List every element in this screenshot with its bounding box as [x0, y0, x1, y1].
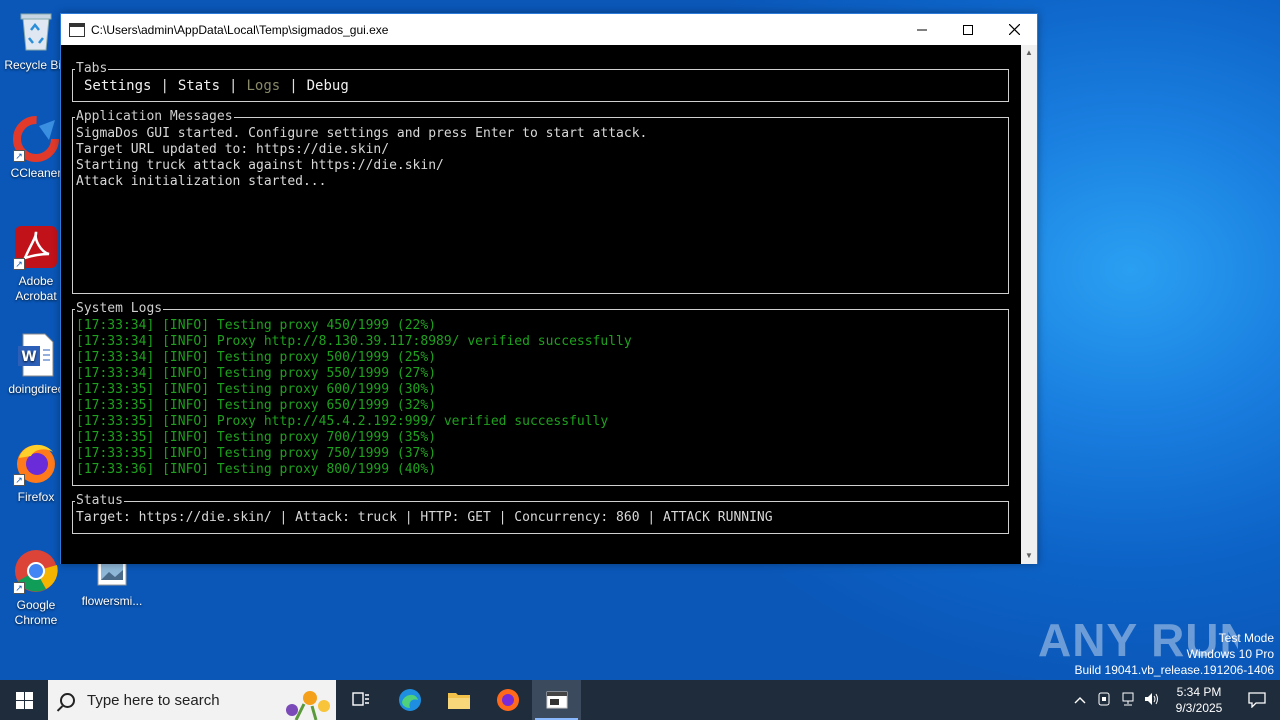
tabs-panel: Tabs Settings | Stats | Logs | Debug: [72, 61, 1009, 102]
close-icon: [1008, 24, 1020, 35]
system-tray: 5:34 PM 9/3/2025: [1068, 680, 1280, 720]
log-line: [17:33:34] [INFO] Proxy http://8.130.39.…: [76, 334, 632, 349]
recycle-bin-icon: [13, 8, 59, 54]
system-logs-legend: System Logs: [75, 301, 164, 317]
taskbar-search-box[interactable]: Type here to search: [48, 680, 336, 720]
console-window-icon: [546, 691, 567, 709]
folder-icon: [447, 693, 470, 709]
volume-icon[interactable]: [1140, 692, 1164, 709]
word-document-icon: W: [13, 332, 59, 378]
tab-debug[interactable]: Debug: [307, 78, 349, 101]
scroll-up-icon[interactable]: ▲: [1021, 45, 1037, 61]
shortcut-arrow-icon: ↗: [13, 150, 25, 162]
log-line: [17:33:34] [INFO] Testing proxy 500/1999…: [76, 350, 437, 365]
tab-separator: |: [289, 78, 298, 94]
log-line: [17:33:35] [INFO] Testing proxy 650/1999…: [76, 398, 437, 413]
shortcut-arrow-icon: ↗: [13, 474, 25, 486]
chrome-icon: ↗: [13, 548, 59, 594]
acrobat-icon: ↗: [13, 224, 59, 270]
console-app-icon: [69, 22, 85, 37]
scroll-down-icon[interactable]: ▼: [1021, 548, 1037, 564]
notification-icon: [1248, 692, 1266, 708]
taskbar-firefox-button[interactable]: [483, 680, 532, 720]
tab-logs[interactable]: Logs: [246, 78, 280, 101]
network-icon[interactable]: [1116, 692, 1140, 709]
log-line: [17:33:34] [INFO] Testing proxy 450/1999…: [76, 318, 437, 333]
task-view-icon: [351, 692, 369, 706]
message-line: Starting truck attack against https://di…: [76, 158, 444, 173]
clock-date: 9/3/2025: [1175, 701, 1223, 715]
firefox-icon: ↗: [13, 440, 59, 486]
search-icon: [60, 692, 75, 708]
taskbar: Type here to search 5:34 PM 9/3/2025: [0, 680, 1280, 720]
task-view-button[interactable]: [336, 680, 385, 720]
console-area[interactable]: Tabs Settings | Stats | Logs | Debug App…: [61, 45, 1022, 564]
log-line: [17:33:36] [INFO] Testing proxy 800/1999…: [76, 462, 437, 477]
search-placeholder: Type here to search: [87, 691, 220, 709]
log-line: [17:33:35] [INFO] Testing proxy 600/1999…: [76, 382, 437, 397]
taskbar-edge-button[interactable]: [385, 680, 434, 720]
application-messages-legend: Application Messages: [75, 109, 234, 125]
taskbar-console-app-button[interactable]: [532, 680, 581, 720]
watermark-edition: Windows 10 Pro: [1186, 647, 1274, 661]
message-line: SigmaDos GUI started. Configure settings…: [76, 126, 648, 141]
message-line: Attack initialization started...: [76, 174, 327, 189]
tab-settings[interactable]: Settings: [84, 78, 151, 101]
minimize-icon: [917, 29, 927, 30]
tab-separator: |: [229, 78, 238, 94]
status-panel: Status Target: https://die.skin/ | Attac…: [72, 493, 1009, 534]
log-line: [17:33:34] [INFO] Testing proxy 550/1999…: [76, 366, 437, 381]
console-window: C:\Users\admin\AppData\Local\Temp\sigmad…: [60, 13, 1038, 564]
shortcut-arrow-icon: ↗: [13, 258, 25, 270]
window-titlebar[interactable]: C:\Users\admin\AppData\Local\Temp\sigmad…: [61, 14, 1037, 45]
log-line: [17:33:35] [INFO] Testing proxy 750/1999…: [76, 446, 437, 461]
desktop-icon-label: Google Chrome: [14, 598, 58, 627]
status-legend: Status: [75, 493, 124, 509]
windows-watermark: Test Mode Windows 10 Pro Build 19041.vb_…: [1075, 630, 1275, 678]
window-title: C:\Users\admin\AppData\Local\Temp\sigmad…: [91, 22, 389, 37]
notifications-button[interactable]: [1234, 692, 1280, 708]
status-line: Target: https://die.skin/ | Attack: truc…: [76, 510, 773, 525]
message-line: Target URL updated to: https://die.skin/: [76, 142, 390, 157]
ccleaner-icon: ↗: [13, 116, 59, 162]
close-button[interactable]: [991, 14, 1037, 45]
minimize-button[interactable]: [899, 14, 945, 45]
watermark-build: Build 19041.vb_release.191206-1406: [1074, 663, 1275, 677]
log-line: [17:33:35] [INFO] Testing proxy 700/1999…: [76, 430, 437, 445]
maximize-button[interactable]: [945, 14, 991, 45]
maximize-icon: [963, 24, 973, 35]
show-hidden-icons-chevron-icon[interactable]: [1068, 693, 1092, 707]
edge-icon: [398, 689, 421, 711]
tab-separator: |: [160, 78, 169, 94]
search-highlight-flowers-icon: [286, 691, 330, 720]
tab-stats[interactable]: Stats: [178, 78, 220, 101]
desktop-icon-label: flowersmi...: [81, 594, 143, 608]
taskbar-clock[interactable]: 5:34 PM 9/3/2025: [1164, 684, 1234, 716]
watermark-test-mode: Test Mode: [1218, 631, 1274, 645]
svg-text:W: W: [21, 349, 36, 365]
tabs-legend: Tabs: [75, 61, 109, 77]
log-line: [17:33:35] [INFO] Proxy http://45.4.2.19…: [76, 414, 609, 429]
vertical-scrollbar[interactable]: ▲ ▼: [1021, 45, 1037, 564]
taskbar-file-explorer-button[interactable]: [434, 680, 483, 720]
firefox-icon: [496, 689, 519, 711]
application-messages-panel: Application Messages SigmaDos GUI starte…: [72, 109, 1009, 294]
clock-time: 5:34 PM: [1176, 685, 1222, 699]
start-button[interactable]: [0, 680, 48, 720]
windows-logo-icon: [15, 691, 33, 709]
system-logs-panel: System Logs [17:33:34] [INFO] Testing pr…: [72, 301, 1009, 486]
shortcut-arrow-icon: ↗: [13, 582, 25, 594]
devices-icon[interactable]: [1092, 692, 1116, 709]
